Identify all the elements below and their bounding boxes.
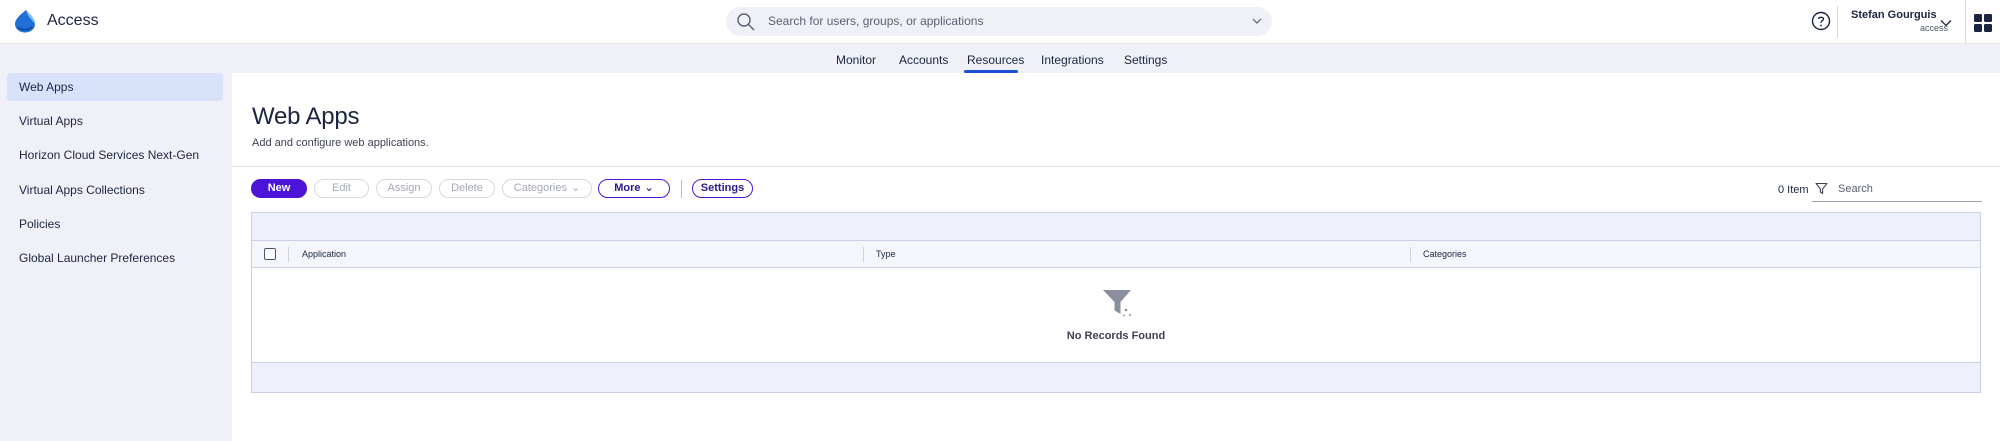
help-icon[interactable] bbox=[1811, 11, 1831, 31]
page-title: Web Apps bbox=[252, 103, 360, 130]
user-menu-chevron-icon[interactable] bbox=[1940, 19, 1952, 27]
filter-icon[interactable] bbox=[1815, 182, 1828, 195]
app-name: Access bbox=[47, 12, 99, 29]
table-header: Application Type Categories bbox=[252, 241, 1980, 268]
more-label: More bbox=[614, 182, 641, 194]
tab-integrations[interactable]: Integrations bbox=[1041, 53, 1104, 67]
column-divider[interactable] bbox=[863, 247, 864, 262]
column-divider bbox=[288, 247, 289, 262]
delete-button[interactable]: Delete bbox=[439, 179, 495, 198]
chevron-down-icon[interactable] bbox=[1252, 17, 1262, 25]
page-subtitle: Add and configure web applications. bbox=[252, 137, 429, 149]
global-search[interactable]: Search for users, groups, or application… bbox=[726, 7, 1272, 36]
column-header-application[interactable]: Application bbox=[302, 249, 346, 259]
sidebar-item-virtual-apps[interactable]: Virtual Apps bbox=[7, 107, 223, 135]
app-launcher-grid-icon[interactable] bbox=[1974, 14, 1992, 32]
chevron-down-icon: ⌄ bbox=[644, 182, 654, 194]
chevron-down-icon: ⌄ bbox=[570, 182, 581, 194]
toolbar-divider bbox=[681, 180, 682, 198]
column-divider[interactable] bbox=[1410, 247, 1411, 262]
categories-dropdown[interactable]: Categories ⌄ bbox=[502, 179, 592, 198]
assign-button[interactable]: Assign bbox=[376, 179, 432, 198]
settings-button[interactable]: Settings bbox=[692, 179, 753, 198]
table-search-underline bbox=[1812, 201, 1982, 202]
web-apps-table: Application Type Categories No Records F… bbox=[251, 212, 1981, 393]
column-header-categories[interactable]: Categories bbox=[1423, 249, 1467, 259]
user-name[interactable]: Stefan Gourguis bbox=[1851, 9, 1937, 21]
sidebar: Web Apps Virtual Apps Horizon Cloud Serv… bbox=[0, 73, 232, 441]
main-nav: Monitor Accounts Resources Integrations … bbox=[0, 44, 2000, 73]
header-divider bbox=[1837, 6, 1838, 38]
access-logo-icon[interactable] bbox=[14, 9, 36, 33]
select-all-checkbox[interactable] bbox=[264, 248, 276, 260]
item-count: 0 Item bbox=[1778, 184, 1809, 196]
empty-filter-icon bbox=[1103, 290, 1131, 317]
categories-label: Categories bbox=[513, 182, 567, 194]
search-input[interactable]: Search for users, groups, or application… bbox=[768, 14, 983, 28]
more-dropdown[interactable]: More ⌄ bbox=[598, 179, 670, 198]
sidebar-item-horizon-cloud[interactable]: Horizon Cloud Services Next-Gen bbox=[7, 141, 223, 169]
sidebar-item-virtual-apps-collections[interactable]: Virtual Apps Collections bbox=[7, 176, 223, 204]
content-divider bbox=[232, 166, 2000, 167]
active-tab-indicator bbox=[964, 70, 1018, 73]
top-header: Access Search for users, groups, or appl… bbox=[0, 0, 2000, 44]
new-button[interactable]: New bbox=[251, 179, 307, 198]
search-icon bbox=[737, 13, 755, 31]
sidebar-item-web-apps[interactable]: Web Apps bbox=[7, 73, 223, 101]
header-divider bbox=[1965, 0, 1966, 44]
edit-button[interactable]: Edit bbox=[314, 179, 369, 198]
table-search-input[interactable]: Search bbox=[1838, 183, 1873, 195]
tab-accounts[interactable]: Accounts bbox=[899, 53, 948, 67]
empty-state-text: No Records Found bbox=[1066, 330, 1166, 342]
tab-settings[interactable]: Settings bbox=[1124, 53, 1167, 67]
column-header-type[interactable]: Type bbox=[876, 249, 896, 259]
tab-resources[interactable]: Resources bbox=[967, 53, 1024, 67]
tab-monitor[interactable]: Monitor bbox=[836, 53, 876, 67]
sidebar-item-policies[interactable]: Policies bbox=[7, 210, 223, 238]
table-footer bbox=[252, 362, 1980, 392]
table-top-bar bbox=[252, 213, 1980, 241]
sidebar-item-global-launcher-preferences[interactable]: Global Launcher Preferences bbox=[7, 244, 223, 272]
